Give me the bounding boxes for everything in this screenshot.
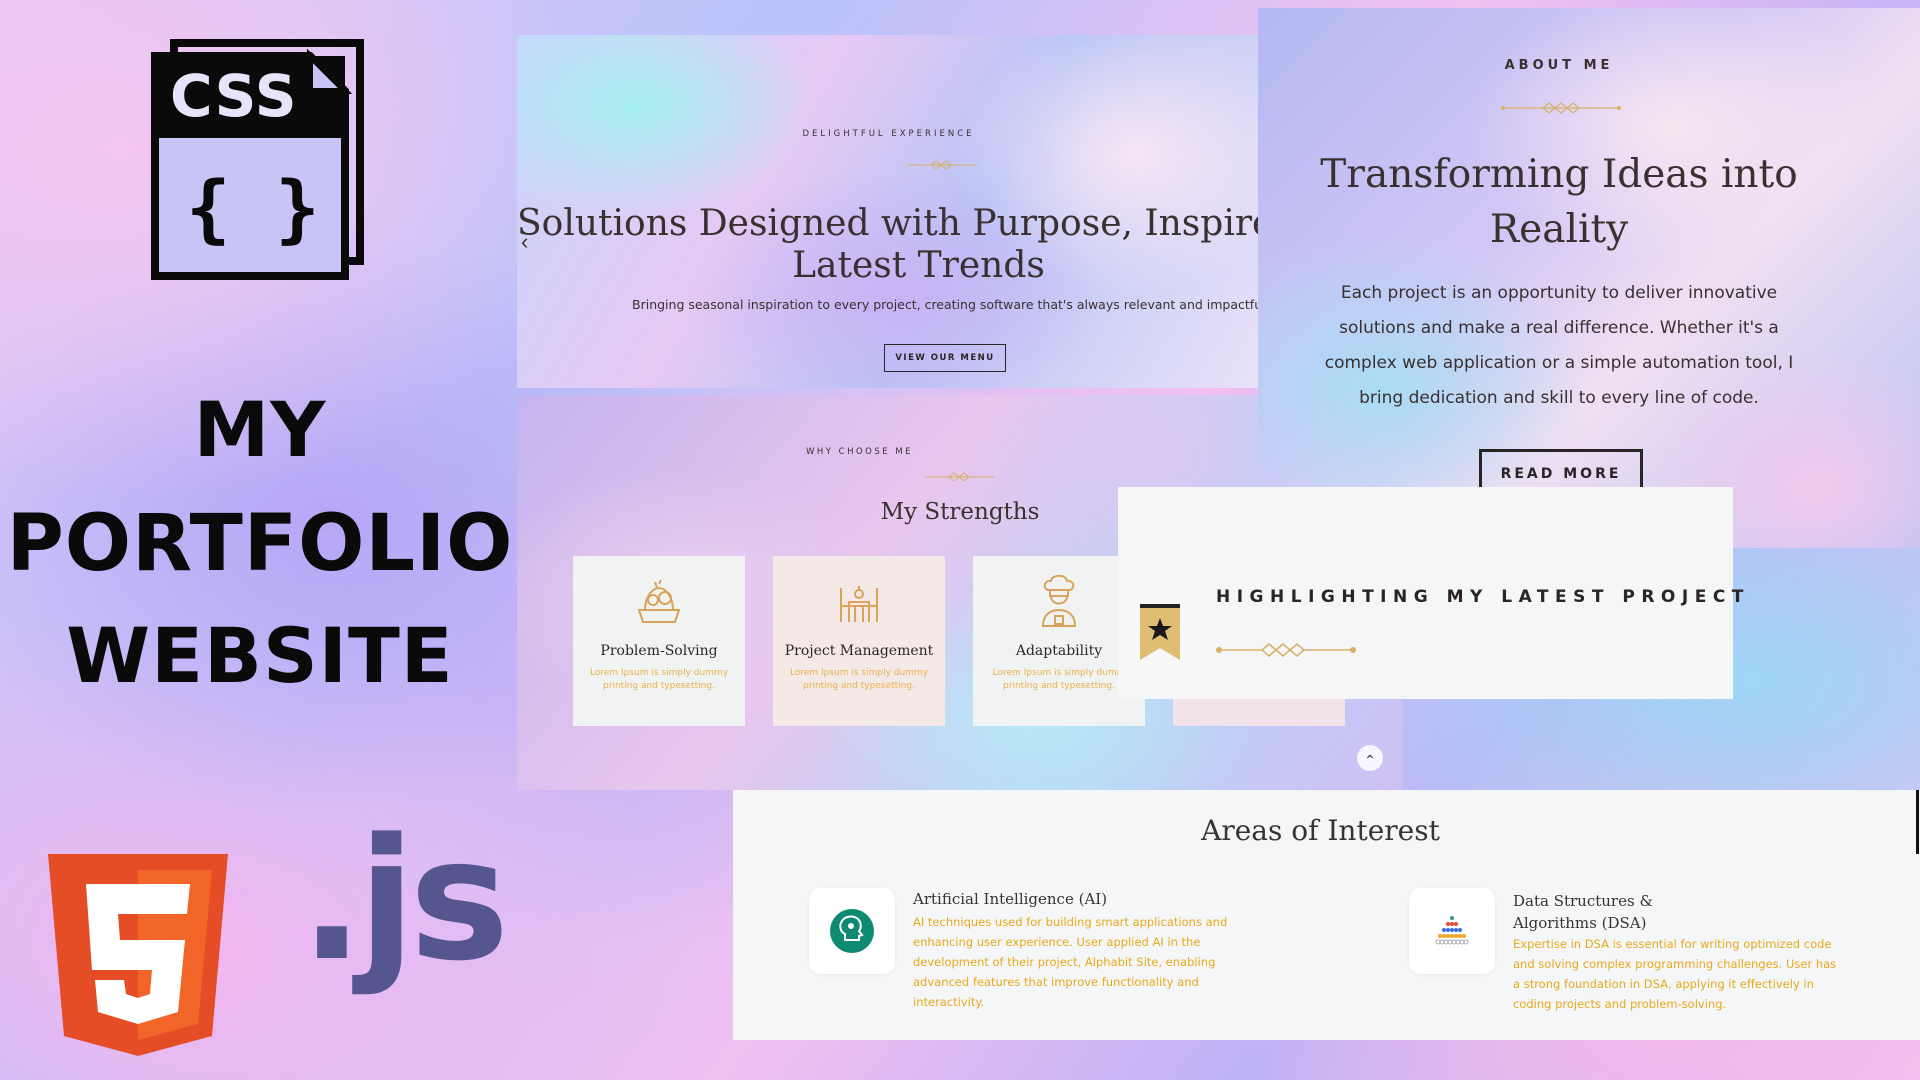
view-our-menu-button[interactable]: VIEW OUR MENU — [884, 344, 1006, 372]
chevron-up-icon: ⌃ — [1364, 752, 1376, 768]
about-heading-line-1: Transforming Ideas into — [1320, 152, 1798, 197]
strength-card-title: Problem-Solving — [600, 643, 718, 659]
css-braces-text: { } — [186, 166, 320, 252]
hero-heading-line-1: Solutions Designed with Purpose, Inspire… — [517, 203, 1297, 244]
ai-brain-icon — [830, 909, 874, 953]
hero-heading-line-2: Latest Trends — [792, 245, 1045, 286]
js-logo-text: .js — [300, 802, 509, 998]
scroll-up-button[interactable]: ⌃ — [1357, 745, 1383, 771]
ai-title: Artificial Intelligence (AI) — [913, 890, 1108, 908]
latest-project-panel: HIGHLIGHTING MY LATEST PROJECT — [1118, 487, 1743, 699]
latest-project-ornament-icon — [1216, 643, 1356, 657]
ai-description: AI techniques used for building smart ap… — [913, 915, 1228, 1009]
interests-heading: Areas of Interest — [1201, 814, 1440, 847]
interests-right-border — [1916, 790, 1919, 854]
hero-subtitle: Bringing seasonal inspiration to every p… — [632, 297, 1266, 312]
strength-card-text: Lorem Ipsum is simply dummy printing and … — [589, 668, 729, 691]
title-line-2: PORTFOLIO — [6, 499, 514, 589]
css-file-icon: CSS { } — [150, 38, 365, 283]
dsa-title: Data Structures & Algorithms (DSA) — [1513, 892, 1653, 932]
pyramid-dots-icon — [1435, 916, 1469, 945]
hero-prev-arrow[interactable]: ‹ — [521, 229, 528, 255]
about-heading-line-2: Reality — [1489, 207, 1629, 252]
table-icon — [840, 586, 878, 622]
ai-icon-box — [809, 888, 895, 974]
hero-eyebrow: DELIGHTFUL EXPERIENCE — [802, 129, 975, 139]
strength-card-text: Lorem Ipsum is simply dummy printing and … — [789, 668, 929, 691]
hero-panel: DELIGHTFUL EXPERIENCE Solutions Designed… — [517, 35, 1296, 388]
strengths-ornament-icon — [925, 472, 995, 482]
dsa-description: Expertise in DSA is essential for writin… — [1513, 937, 1837, 1011]
html5-logo-icon — [48, 854, 228, 1056]
about-eyebrow: ABOUT ME — [1504, 58, 1614, 73]
chef-icon — [1041, 574, 1077, 627]
strengths-eyebrow: WHY CHOOSE ME — [805, 447, 914, 457]
strength-card-title: Project Management — [784, 643, 934, 659]
interests-panel: Areas of Interest Artificial Intelligenc… — [733, 790, 1920, 1040]
css-badge-text: CSS — [170, 62, 298, 130]
strength-card[interactable]: Problem-Solving Lorem Ipsum is simply du… — [573, 556, 745, 726]
star-bookmark-icon — [1140, 604, 1180, 660]
dsa-icon-box — [1409, 888, 1495, 974]
hero-ornament-icon — [907, 160, 977, 170]
basket-icon — [637, 579, 681, 623]
strength-card[interactable]: Project Management Lorem Ipsum is simply… — [773, 556, 945, 726]
about-paragraph: Each project is an opportunity to delive… — [1324, 283, 1794, 408]
title-line-3: WEBSITE — [66, 611, 454, 700]
about-ornament-icon — [1501, 102, 1621, 114]
title-line-1: MY — [193, 385, 327, 474]
about-panel: ABOUT ME Transforming Ideas into Reality… — [1258, 8, 1920, 548]
latest-project-heading: HIGHLIGHTING MY LATEST PROJECT — [1216, 587, 1750, 607]
